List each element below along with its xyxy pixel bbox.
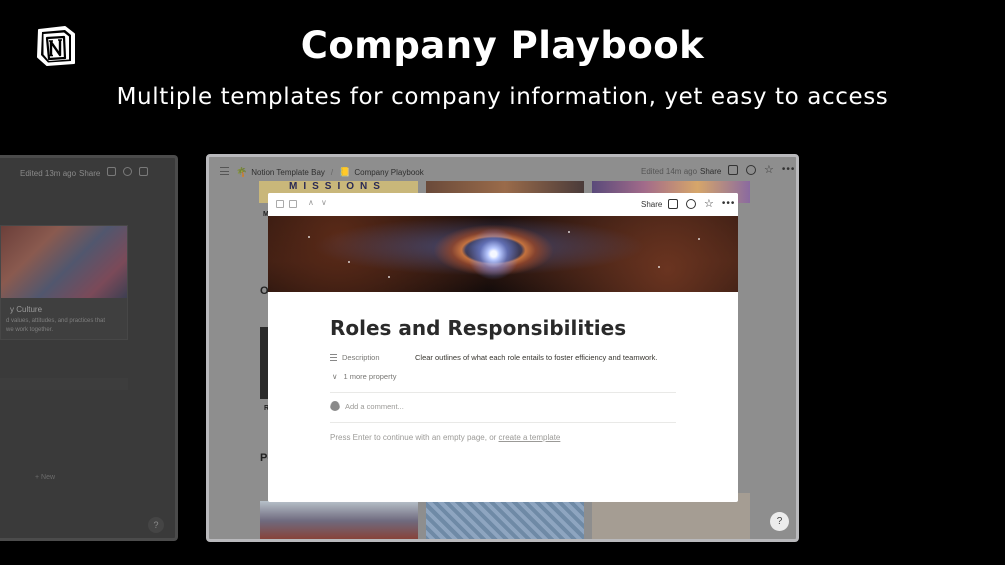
history-icon[interactable] xyxy=(123,167,132,176)
palm-tree-icon: 🌴 xyxy=(236,167,248,177)
star-icon[interactable]: ☆ xyxy=(704,199,714,210)
comment-icon[interactable] xyxy=(728,165,738,175)
divider xyxy=(330,392,676,393)
help-button[interactable]: ? xyxy=(148,517,164,533)
topbar-icons xyxy=(107,167,148,176)
chevron-down-icon: ∨ xyxy=(332,372,338,381)
open-full-page-icon[interactable] xyxy=(276,200,284,208)
page-cover-image[interactable] xyxy=(268,216,738,292)
breadcrumb-item-page[interactable]: Company Playbook xyxy=(354,168,423,177)
breadcrumb: 🌴 Notion Template Bay / 📒 Company Playbo… xyxy=(236,167,424,178)
share-button[interactable]: Share xyxy=(700,167,721,176)
share-button[interactable]: Share xyxy=(641,200,662,209)
divider xyxy=(0,378,128,390)
breadcrumb-item-workspace[interactable]: Notion Template Bay xyxy=(251,168,325,177)
topbar-icons: ☆ ••• xyxy=(728,165,796,176)
gallery-card-image xyxy=(426,501,584,539)
page-peek-modal: ∧ ∨ Share ☆ ••• Roles and Responsibiliti… xyxy=(268,193,738,502)
gallery-card-image xyxy=(260,501,418,539)
page-title[interactable]: Roles and Responsibilities xyxy=(330,316,626,340)
divider xyxy=(330,422,676,423)
modal-topbar-icons: ☆ ••• xyxy=(668,199,736,210)
text-property-icon xyxy=(330,354,337,361)
card-description: d values, attitudes, and practices that … xyxy=(6,318,106,333)
more-properties-toggle[interactable]: ∨ 1 more property xyxy=(332,372,396,381)
left-window-preview: Edited 13m ago Share y Culture d values,… xyxy=(0,155,178,541)
create-template-link[interactable]: create a template xyxy=(499,433,561,442)
modal-topbar: ∧ ∨ Share ☆ ••• xyxy=(268,193,738,216)
star-icon[interactable] xyxy=(139,167,148,176)
breadcrumb-separator: / xyxy=(330,168,334,177)
more-properties-label: 1 more property xyxy=(343,372,397,381)
property-row-description[interactable]: Description Clear outlines of what each … xyxy=(330,353,658,362)
left-window-topbar: Edited 13m ago Share xyxy=(0,158,175,186)
empty-page-hint: Press Enter to continue with an empty pa… xyxy=(330,433,561,442)
new-item-button[interactable]: + New xyxy=(35,474,55,481)
help-button[interactable]: ? xyxy=(770,512,789,531)
comment-icon[interactable] xyxy=(107,167,116,176)
comment-input[interactable]: Add a comment... xyxy=(330,401,404,411)
comment-icon[interactable] xyxy=(668,199,678,209)
chevron-down-icon[interactable]: ∨ xyxy=(321,198,327,207)
history-icon[interactable] xyxy=(686,199,696,209)
hero-subtitle: Multiple templates for company informati… xyxy=(116,84,889,110)
card-title: y Culture xyxy=(10,305,43,314)
avatar xyxy=(330,401,340,411)
edited-timestamp: Edited 13m ago xyxy=(20,169,77,178)
more-options-icon[interactable]: ••• xyxy=(782,165,796,175)
star-icon[interactable]: ☆ xyxy=(764,165,774,176)
history-icon[interactable] xyxy=(746,165,756,175)
card-cover-image xyxy=(1,226,127,298)
edited-timestamp: Edited 14m ago xyxy=(641,167,698,176)
notebook-icon: 📒 xyxy=(339,167,351,177)
property-name: Description xyxy=(342,353,380,362)
switch-view-icon[interactable] xyxy=(289,200,297,208)
sidebar-menu-icon[interactable] xyxy=(220,167,229,175)
share-button[interactable]: Share xyxy=(79,169,100,178)
more-options-icon[interactable]: ••• xyxy=(722,199,736,209)
chevron-up-icon[interactable]: ∧ xyxy=(308,198,314,207)
hero-title: Company Playbook xyxy=(300,24,705,67)
comment-placeholder: Add a comment... xyxy=(345,401,404,411)
property-value[interactable]: Clear outlines of what each role entails… xyxy=(415,353,658,362)
gallery-card[interactable]: y Culture d values, attitudes, and pract… xyxy=(0,225,128,340)
